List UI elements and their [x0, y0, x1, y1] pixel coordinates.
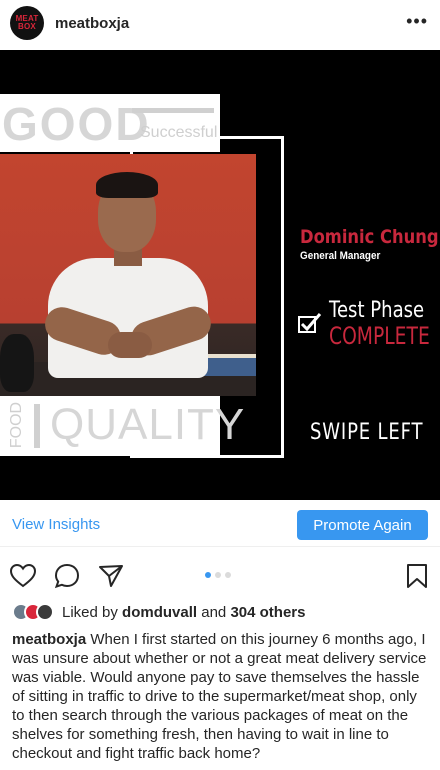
likes-others-count[interactable]: 304 others: [230, 604, 305, 621]
view-insights-link[interactable]: View Insights: [12, 516, 100, 533]
food-word: FOOD: [8, 401, 26, 449]
likes-connector: and: [201, 603, 227, 621]
clasped-hands: [108, 332, 152, 358]
post-caption: meatboxja When I first started on this j…: [12, 630, 428, 763]
post-image[interactable]: GOOD Successful FOOD QUALITY Dominic Chu…: [0, 50, 440, 500]
good-divider: [132, 108, 214, 113]
good-subtitle: Successful: [140, 124, 218, 141]
phase-title: Test Phase: [329, 298, 425, 323]
post-header: MEAT BOX meatboxja •••: [0, 0, 440, 46]
quality-divider: [34, 404, 40, 448]
share-icon[interactable]: [97, 562, 125, 590]
avatar-text-bottom: BOX: [18, 22, 36, 31]
more-options-icon[interactable]: •••: [406, 12, 428, 30]
insights-bar: View Insights Promote Again: [0, 501, 440, 547]
comment-icon[interactable]: [53, 562, 81, 590]
likes-prefix: Liked by: [62, 603, 118, 621]
carousel-dot-2: [215, 572, 221, 578]
manager-photo: [0, 154, 256, 396]
quality-word: QUALITY: [50, 400, 246, 449]
hair: [96, 172, 158, 198]
caption-username[interactable]: meatboxja: [12, 631, 86, 648]
promote-again-button[interactable]: Promote Again: [297, 510, 428, 540]
person-role: General Manager: [300, 250, 381, 262]
liker-avatar[interactable]: [36, 603, 54, 621]
heart-icon[interactable]: [9, 562, 37, 590]
bookmark-icon[interactable]: [403, 562, 431, 590]
person-name: Dominic Chung: [300, 226, 439, 248]
mug: [0, 334, 34, 392]
liker-username[interactable]: domduvall: [122, 604, 197, 621]
action-bar: [0, 556, 440, 596]
likes-row: Liked by domduvall and 304 others: [12, 600, 305, 624]
likes-summary[interactable]: Liked by domduvall and 304 others: [62, 604, 305, 621]
good-word: GOOD: [2, 98, 151, 150]
checkbox-icon: [298, 313, 322, 333]
caption-text: When I first started on this journey 6 m…: [12, 631, 427, 762]
carousel-dot-1: [205, 572, 211, 578]
book: [204, 354, 256, 376]
phase-status: COMPLETE: [329, 322, 430, 350]
avatar[interactable]: MEAT BOX: [10, 6, 44, 40]
swipe-hint: SWIPE LEFT: [310, 420, 424, 445]
carousel-indicator: [205, 572, 231, 578]
carousel-dot-3: [225, 572, 231, 578]
username-link[interactable]: meatboxja: [55, 15, 129, 32]
